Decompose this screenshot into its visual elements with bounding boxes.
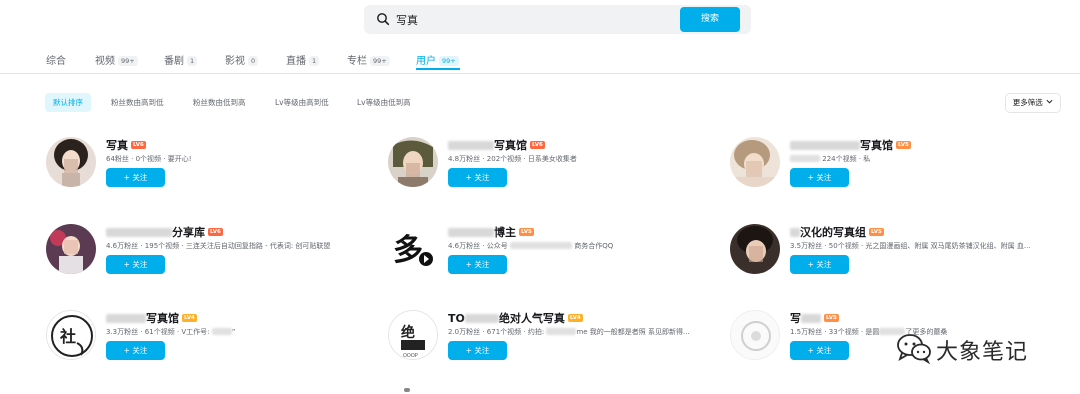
- user-name[interactable]: 写真馆 LV6: [448, 137, 545, 153]
- tab-count: 1: [309, 56, 320, 66]
- follow-button[interactable]: + 关注: [790, 168, 849, 187]
- user-card[interactable]: 多 博主 LV5 4.6万粉丝 · 公众号 商务合作QQ + 关注: [388, 224, 718, 284]
- level-badge: LV4: [567, 314, 583, 322]
- tab-count: 0: [248, 56, 259, 66]
- svg-text:绝: 绝: [401, 324, 415, 341]
- avatar[interactable]: [46, 137, 96, 187]
- follow-button[interactable]: + 关注: [448, 341, 507, 360]
- user-meta: 3.5万粉丝 · 50个视频 · 光之国漫画组、附属 双马尾奶茶铺汉化组、附属 …: [790, 242, 1031, 250]
- avatar[interactable]: [730, 137, 780, 187]
- level-badge: LV6: [530, 141, 545, 149]
- user-card[interactable]: 写真馆 LV6 4.8万粉丝 · 202个视频 · 日系美女收集者 + 关注: [388, 137, 718, 197]
- active-tab-indicator: [416, 68, 460, 70]
- user-card[interactable]: 社 写真馆 LV4 3.3万粉丝 · 61个视频 · V工作号: ” + 关注: [46, 310, 376, 370]
- follow-button[interactable]: + 关注: [790, 255, 849, 274]
- user-meta: 4.8万粉丝 · 202个视频 · 日系美女收集者: [448, 155, 577, 163]
- user-meta: 64粉丝 · 0个视频 · 要开心!: [106, 155, 192, 163]
- follow-button[interactable]: + 关注: [448, 168, 507, 187]
- follow-button[interactable]: + 关注: [106, 255, 165, 274]
- user-name[interactable]: 博主 LV5: [448, 224, 534, 240]
- tabs-divider: [0, 73, 1080, 74]
- user-card[interactable]: 绝 OOOP TO 绝对人气写真 LV4 2.0万粉丝 · 671个视频 · 约拍: …: [388, 310, 718, 370]
- user-meta: 2.0万粉丝 · 671个视频 · 约拍: me 我的一般都是者照 系见即新得.…: [448, 328, 690, 336]
- user-name[interactable]: 汉化的写真组 LV5: [790, 224, 884, 240]
- tab-all[interactable]: 综合: [46, 52, 66, 67]
- tab-count: 99+: [118, 56, 138, 66]
- sort-level-asc[interactable]: Lv等级由低到高: [357, 93, 411, 112]
- tab-video[interactable]: 视频 99+: [95, 52, 138, 67]
- tab-bangumi[interactable]: 番剧 1: [164, 52, 198, 67]
- search-input[interactable]: 写真: [396, 12, 418, 28]
- user-card[interactable]: 写真馆 LV5 224个视频 · 私 + 关注: [730, 137, 1060, 197]
- user-name[interactable]: 写真馆 LV4: [106, 310, 197, 326]
- user-card[interactable]: 分享库 LV6 4.6万粉丝 · 195个视频 · 三连关注后自动回复指路 - 代…: [46, 224, 376, 284]
- sort-level-desc[interactable]: Lv等级由高到低: [275, 93, 329, 112]
- user-card[interactable]: 汉化的写真组 LV5 3.5万粉丝 · 50个视频 · 光之国漫画组、附属 双马尾…: [730, 224, 1060, 284]
- sort-fans-desc[interactable]: 粉丝数由高到低: [111, 93, 164, 112]
- follow-button[interactable]: + 关注: [106, 341, 165, 360]
- tab-article[interactable]: 专栏 99+: [347, 52, 390, 67]
- user-name[interactable]: 写真 LV6: [106, 137, 146, 153]
- search-icon: [377, 13, 390, 26]
- tab-count: 99+: [370, 56, 390, 66]
- user-meta: 224个视频 · 私: [790, 154, 870, 164]
- watermark-text: 大象笔记: [936, 340, 1029, 365]
- level-badge: LV6: [208, 228, 223, 236]
- level-badge: LV6: [131, 141, 146, 149]
- avatar[interactable]: [730, 310, 780, 360]
- sort-fans-asc[interactable]: 粉丝数由低到高: [193, 93, 246, 112]
- level-badge: LV5: [869, 228, 884, 236]
- watermark: 大象笔记: [896, 330, 1056, 366]
- user-name[interactable]: 写 LV5: [790, 310, 839, 326]
- user-name[interactable]: 写真馆 LV5: [790, 137, 911, 153]
- tab-user[interactable]: 用户 99+: [416, 52, 459, 67]
- wechat-icon: [897, 334, 931, 364]
- partial-avatar-edge: [404, 388, 410, 392]
- user-name[interactable]: TO 绝对人气写真 LV4: [448, 310, 583, 326]
- level-badge: LV5: [896, 141, 911, 149]
- user-name[interactable]: 分享库 LV6: [106, 224, 223, 240]
- follow-button[interactable]: + 关注: [106, 168, 165, 187]
- svg-text:多: 多: [393, 233, 423, 268]
- user-meta: 4.6万粉丝 · 公众号 商务合作QQ: [448, 242, 614, 250]
- more-filters-button[interactable]: 更多筛选: [1005, 93, 1061, 113]
- search-bar[interactable]: 写真 搜索: [364, 5, 751, 34]
- avatar[interactable]: [46, 224, 96, 274]
- level-badge: LV5: [519, 228, 534, 236]
- avatar[interactable]: 社: [46, 310, 96, 360]
- avatar[interactable]: [730, 224, 780, 274]
- follow-button[interactable]: + 关注: [448, 255, 507, 274]
- user-card[interactable]: 写真 LV6 64粉丝 · 0个视频 · 要开心! + 关注: [46, 137, 376, 197]
- avatar[interactable]: 多: [388, 224, 438, 274]
- user-meta: 4.6万粉丝 · 195个视频 · 三连关注后自动回复指路 - 代表词: 创可贴…: [106, 242, 331, 250]
- avatar[interactable]: 绝 OOOP: [388, 310, 438, 360]
- tab-count: 99+: [439, 56, 459, 66]
- avatar[interactable]: [388, 137, 438, 187]
- tab-film[interactable]: 影视 0: [225, 52, 259, 67]
- search-button[interactable]: 搜索: [680, 7, 740, 32]
- sort-default[interactable]: 默认排序: [45, 93, 91, 112]
- follow-button[interactable]: + 关注: [790, 341, 849, 360]
- level-badge: LV5: [824, 314, 839, 322]
- tab-count: 1: [187, 56, 198, 66]
- user-meta: 3.3万粉丝 · 61个视频 · V工作号: ”: [106, 328, 236, 336]
- svg-text:OOOP: OOOP: [403, 353, 418, 359]
- tab-live[interactable]: 直播 1: [286, 52, 320, 67]
- level-badge: LV4: [182, 314, 197, 322]
- chevron-down-icon: [1046, 99, 1053, 104]
- svg-text:社: 社: [59, 327, 76, 346]
